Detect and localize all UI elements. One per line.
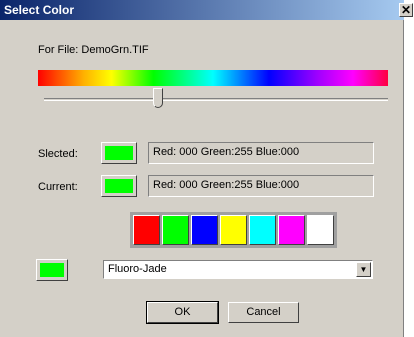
chevron-down-icon[interactable]: ▼ (356, 262, 371, 277)
palette-swatch-yellow[interactable] (220, 215, 247, 245)
preset-dropdown[interactable]: Fluoro-Jade ▼ (103, 260, 373, 279)
selected-color-button[interactable] (101, 142, 137, 164)
close-button[interactable]: ✕ (399, 3, 413, 17)
color-palette (130, 212, 337, 248)
palette-swatch-cyan[interactable] (249, 215, 276, 245)
selected-color-swatch (105, 146, 133, 160)
preset-color-swatch (40, 263, 64, 277)
palette-swatch-white[interactable] (307, 215, 334, 245)
palette-swatch-blue[interactable] (191, 215, 218, 245)
selected-rgb-readout: Red: 000 Green:255 Blue:000 (148, 142, 374, 164)
select-color-dialog: Select Color ✕ For File: DemoGrn.TIF Sle… (0, 0, 413, 337)
selected-label: Slected: (38, 148, 78, 160)
palette-swatch-magenta[interactable] (278, 215, 305, 245)
hue-slider-track[interactable] (44, 98, 388, 101)
window-title: Select Color (4, 3, 75, 17)
current-color-swatch (105, 179, 133, 193)
current-label: Current: (38, 181, 78, 193)
palette-swatch-green[interactable] (162, 215, 189, 245)
preset-color-button[interactable] (36, 259, 68, 281)
current-color-button[interactable] (101, 175, 137, 197)
hue-slider-thumb[interactable] (152, 88, 163, 108)
color-spectrum[interactable] (38, 70, 388, 86)
current-rgb-readout: Red: 000 Green:255 Blue:000 (148, 175, 374, 197)
file-label: For File: DemoGrn.TIF (38, 44, 149, 56)
preset-dropdown-value: Fluoro-Jade (108, 263, 167, 275)
cancel-button[interactable]: Cancel (228, 302, 299, 323)
close-icon: ✕ (400, 3, 412, 17)
palette-swatch-red[interactable] (133, 215, 160, 245)
ok-button[interactable]: OK (146, 301, 219, 324)
title-bar: Select Color (0, 0, 404, 20)
